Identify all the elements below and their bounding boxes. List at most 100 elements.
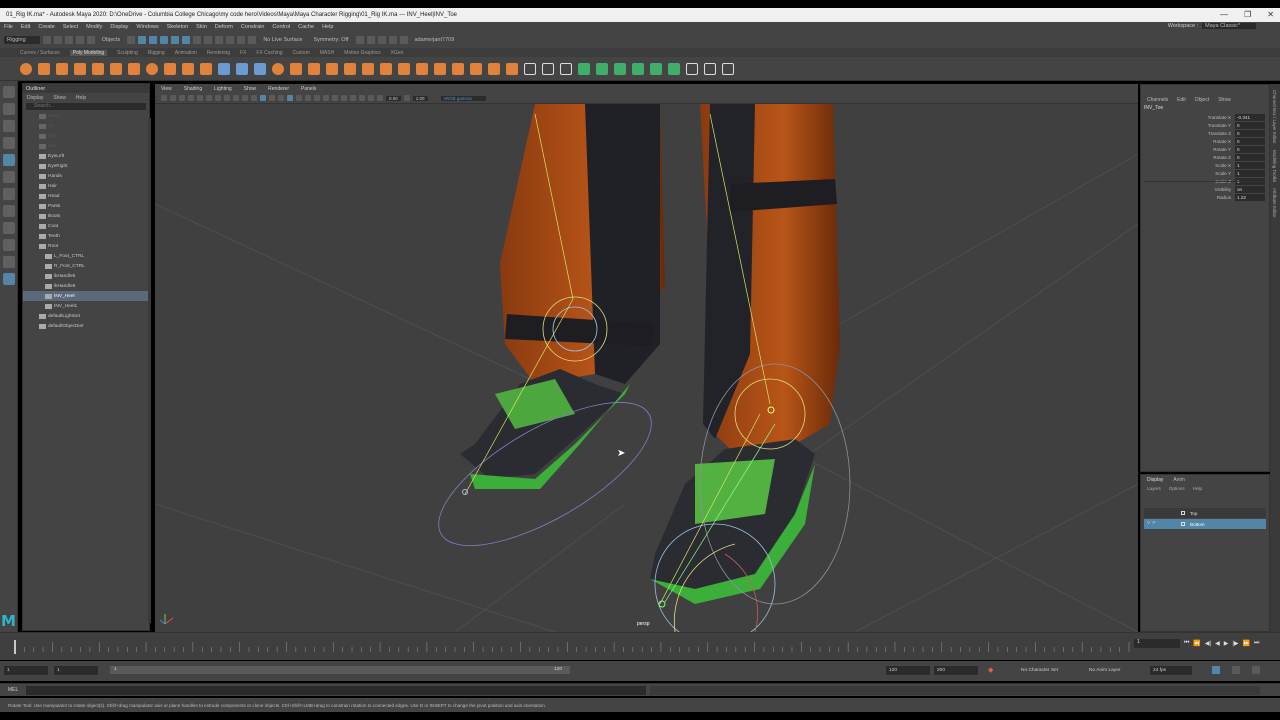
textured-icon[interactable] xyxy=(296,95,302,101)
cb-menu-edit[interactable]: Edit xyxy=(1177,97,1186,103)
menu-skeleton[interactable]: Skeleton xyxy=(167,24,188,30)
outliner-layout-icon[interactable] xyxy=(3,273,15,285)
snap-live-icon[interactable] xyxy=(248,36,257,44)
outliner-item[interactable]: Hair xyxy=(23,181,149,191)
select-surface-icon[interactable] xyxy=(171,36,180,44)
minimize-button[interactable]: — xyxy=(1220,10,1228,19)
slide-edge-icon[interactable] xyxy=(560,62,572,75)
platonic-solid-icon[interactable] xyxy=(146,62,158,75)
outliner-item[interactable]: L_Foot_CTRL xyxy=(23,251,149,261)
shelf-tab-fx-caching[interactable]: FX Caching xyxy=(256,50,282,56)
selected-object-name[interactable]: INV_Toe xyxy=(1141,105,1269,111)
extrude-icon[interactable] xyxy=(308,62,320,75)
outliner-scrollbar[interactable] xyxy=(148,118,151,623)
right-boot-mesh[interactable] xyxy=(650,439,815,604)
append-polygon-icon[interactable] xyxy=(380,62,392,75)
poly-text-icon[interactable] xyxy=(182,62,194,75)
channel-attribute-row[interactable]: Translate Y0 xyxy=(1141,121,1269,129)
side-tab-attribute-editor[interactable]: Attribute Editor xyxy=(1270,188,1277,218)
edge-loop-icon[interactable] xyxy=(452,62,464,75)
hypershade-icon[interactable] xyxy=(399,36,408,44)
outliner-item[interactable]: Boots xyxy=(23,211,149,221)
shelf-tab-rendering[interactable]: Rendering xyxy=(207,50,230,56)
side-tab-channel-box[interactable]: Channel Box / Layer Editor xyxy=(1270,90,1277,144)
channel-attribute-value[interactable]: 0 xyxy=(1235,121,1265,129)
left-leg-mesh[interactable] xyxy=(500,104,665,384)
outliner-item[interactable]: INV_Heel xyxy=(23,291,149,301)
use-lights-icon[interactable] xyxy=(305,95,311,101)
shelf-tab-animation[interactable]: Animation xyxy=(175,50,197,56)
vp-menu-show[interactable]: Show xyxy=(244,86,257,92)
channel-attribute-row[interactable]: Rotate Z0 xyxy=(1141,153,1269,161)
select-object-icon[interactable] xyxy=(138,36,147,44)
channel-attribute-row[interactable]: Visibility on xyxy=(1141,185,1269,193)
fill-hole-icon[interactable] xyxy=(362,62,374,75)
right-leg-mesh[interactable] xyxy=(700,104,840,449)
planar-map-icon[interactable] xyxy=(578,62,590,75)
lock-selection-icon[interactable] xyxy=(193,36,202,44)
anim-layer-dropdown[interactable]: No Anim Layer xyxy=(1086,666,1142,675)
ambient-occlusion-icon[interactable] xyxy=(323,95,329,101)
auto-key-icon[interactable]: ◆ xyxy=(988,666,993,674)
combine-icon[interactable] xyxy=(218,62,230,75)
snap-point-icon[interactable] xyxy=(226,36,235,44)
new-scene-icon[interactable] xyxy=(42,36,51,44)
offset-edge-icon[interactable] xyxy=(488,62,500,75)
poly-sphere-icon[interactable] xyxy=(20,62,32,75)
vp-menu-lighting[interactable]: Lighting xyxy=(214,86,232,92)
render-icon[interactable] xyxy=(366,36,375,44)
smooth-shade-icon[interactable] xyxy=(269,95,275,101)
boolean-icon[interactable] xyxy=(272,62,284,75)
objects-mode-label[interactable]: Objects xyxy=(98,37,125,43)
close-button[interactable]: ✕ xyxy=(1267,10,1274,19)
outliner-item[interactable]: Teeth xyxy=(23,231,149,241)
vp-menu-renderer[interactable]: Renderer xyxy=(268,86,289,92)
select-tool-icon[interactable] xyxy=(3,86,15,98)
vp-menu-view[interactable]: View xyxy=(161,86,172,92)
default-material-icon[interactable] xyxy=(278,95,284,101)
layer-menu-help[interactable]: Help xyxy=(1193,486,1202,491)
film-gate-icon[interactable] xyxy=(206,95,212,101)
menu-windows[interactable]: Windows xyxy=(136,24,158,30)
outliner-item[interactable]: EyeLeft xyxy=(23,151,149,161)
four-view-icon[interactable] xyxy=(3,222,15,234)
cylindrical-map-icon[interactable] xyxy=(596,62,608,75)
channel-attribute-value[interactable]: 1 xyxy=(1235,161,1265,169)
play-forward-icon[interactable]: ▶ xyxy=(1224,640,1229,647)
menu-display[interactable]: Display xyxy=(110,24,128,30)
select-deform-icon[interactable] xyxy=(182,36,191,44)
shelf-tab-fx[interactable]: FX xyxy=(240,50,246,56)
sew-uv-icon[interactable] xyxy=(668,62,680,75)
go-to-end-icon[interactable]: ⏭ xyxy=(1254,640,1259,647)
outliner-item[interactable]: Root xyxy=(23,241,149,251)
poly-torus-icon[interactable] xyxy=(92,62,104,75)
outliner-menu-display[interactable]: Display xyxy=(27,95,43,101)
channel-attribute-name[interactable]: Rotate X xyxy=(1141,139,1235,144)
single-perspective-icon[interactable] xyxy=(3,205,15,217)
layer-row-top[interactable]: Top xyxy=(1144,508,1266,518)
outliner-item[interactable]: front xyxy=(23,131,149,141)
vp-menu-shading[interactable]: Shading xyxy=(184,86,202,92)
playback-start-field[interactable]: 1 xyxy=(54,666,98,675)
end-time-field[interactable]: 200 xyxy=(934,666,978,675)
character-set-dropdown[interactable]: No Character Set xyxy=(1018,666,1074,675)
field-chart-icon[interactable] xyxy=(233,95,239,101)
select-camera-icon[interactable] xyxy=(161,95,167,101)
exposure-field[interactable]: 0.00 xyxy=(386,95,401,101)
side-tab-modeling-toolkit[interactable]: Modeling Toolkit xyxy=(1270,150,1277,182)
outliner-menu-show[interactable]: Show xyxy=(53,95,66,101)
preferences-icon[interactable] xyxy=(1252,666,1260,674)
menu-file[interactable]: File xyxy=(4,24,13,30)
camera-attributes-icon[interactable] xyxy=(170,95,176,101)
shelf-tab-curves[interactable]: Curves / Surfaces xyxy=(20,50,60,56)
quad-draw-icon[interactable] xyxy=(434,62,446,75)
scene-view[interactable] xyxy=(155,104,1138,632)
layer-tab-anim[interactable]: Anim xyxy=(1173,477,1184,483)
mirror-icon[interactable] xyxy=(290,62,302,75)
spherical-map-icon[interactable] xyxy=(614,62,626,75)
outliner-item[interactable]: defaultLightSet xyxy=(23,311,149,321)
channel-attribute-row[interactable]: Radius 1.22 xyxy=(1141,193,1269,201)
target-weld-icon[interactable] xyxy=(416,62,428,75)
step-back-key-icon[interactable]: ⏪ xyxy=(1193,640,1200,647)
open-scene-icon[interactable] xyxy=(53,36,62,44)
